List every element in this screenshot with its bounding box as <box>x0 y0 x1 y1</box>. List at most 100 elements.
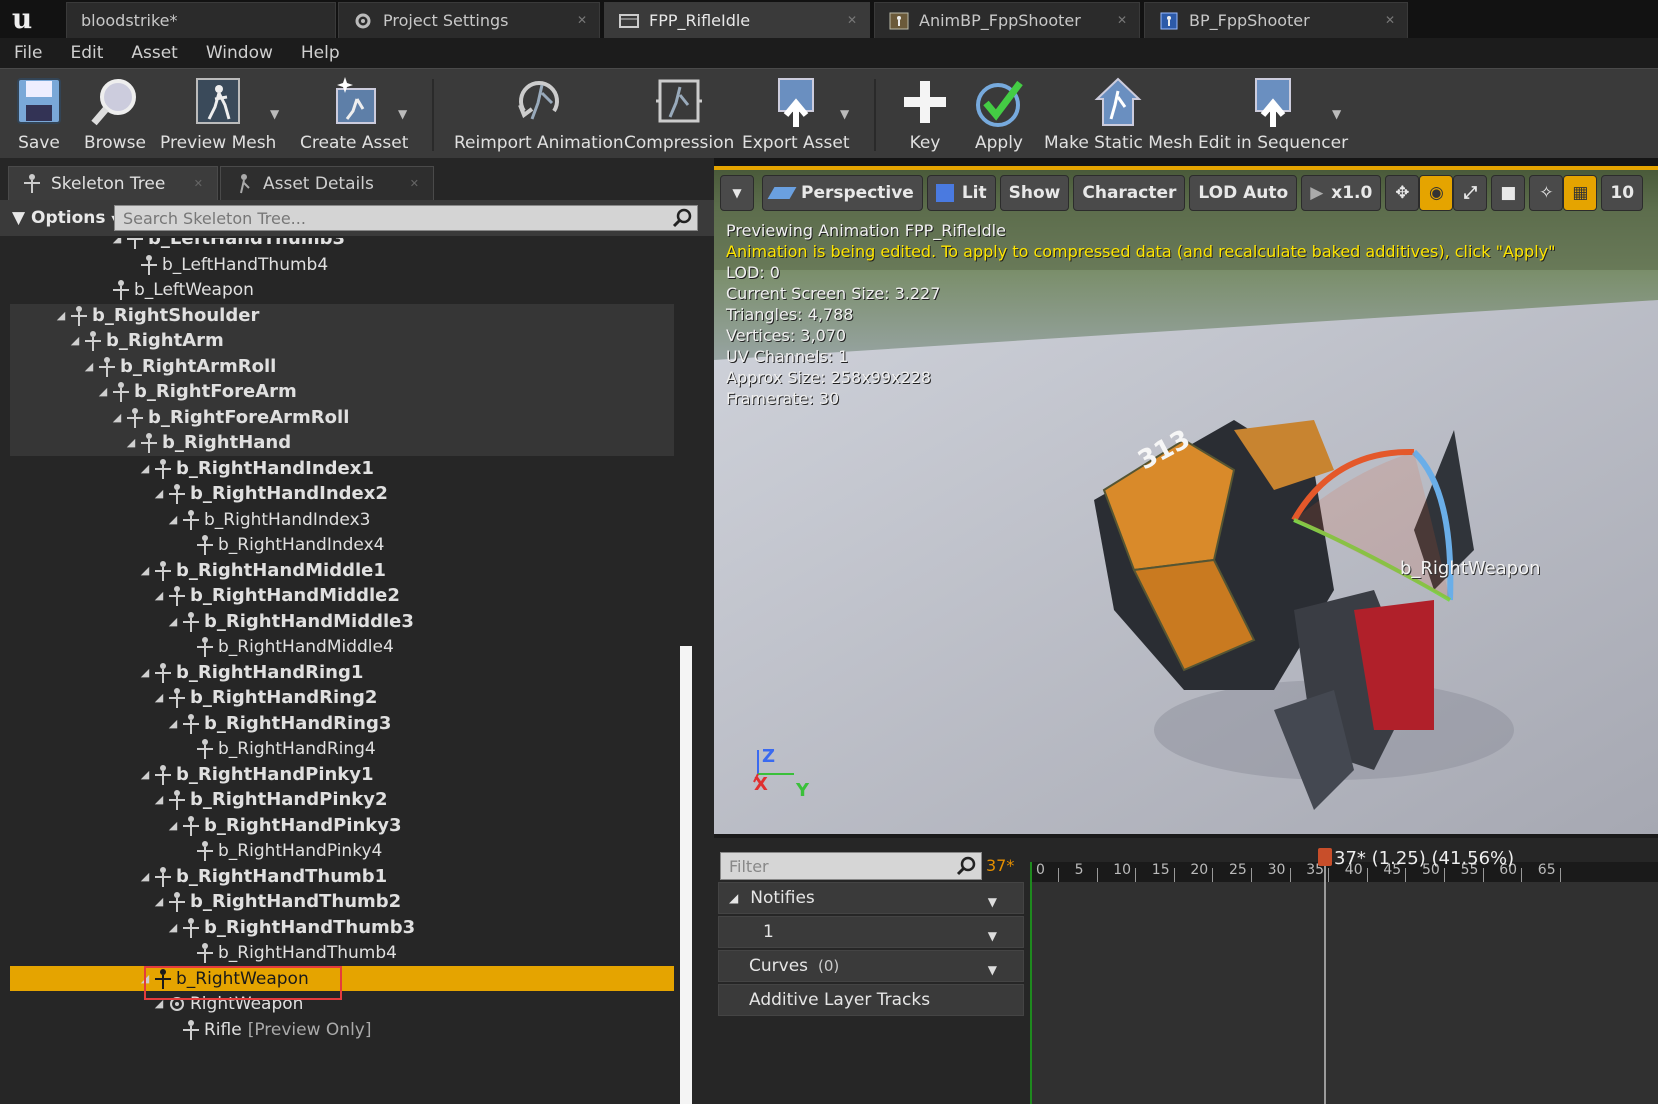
track-additive-layers[interactable]: Additive Layer Tracks <box>718 984 1024 1016</box>
track-notify-1[interactable]: 1 ▼ <box>718 916 1024 948</box>
tree-row[interactable]: ◢ RightWeapon <box>10 991 674 1016</box>
tree-row[interactable]: ◢ b_RightHandPinky2 <box>10 787 674 812</box>
tree-row[interactable]: Rifle [Preview Only] <box>10 1017 674 1042</box>
tree-row[interactable]: ◢ b_RightHandMiddle3 <box>10 609 674 634</box>
export-asset-button[interactable]: Export Asset <box>742 75 850 157</box>
tree-row[interactable]: ◢ b_RightHandMiddle1 <box>10 558 674 583</box>
menu-window[interactable]: Window <box>192 43 287 63</box>
tree-row[interactable]: ◢ b_RightHand <box>10 430 674 455</box>
expand-arrow-icon[interactable]: ◢ <box>138 768 152 781</box>
expand-arrow-icon[interactable]: ◢ <box>166 615 180 628</box>
menu-asset[interactable]: Asset <box>117 43 191 63</box>
doc-tab-bp-fppshooter[interactable]: BP_FppShooter ✕ <box>1144 2 1408 38</box>
expand-arrow-icon[interactable]: ◢ <box>124 436 138 449</box>
expand-arrow-icon[interactable]: ◢ <box>138 462 152 475</box>
tree-row[interactable]: ◢ b_RightShoulder <box>10 303 674 328</box>
scale-tool-button[interactable]: ⤢ <box>1453 175 1488 211</box>
tree-row[interactable]: b_LeftWeapon <box>10 277 674 302</box>
world-local-button[interactable]: ■ <box>1491 175 1526 211</box>
tree-row[interactable]: ◢ b_RightHandRing3 <box>10 711 674 736</box>
tree-row[interactable]: ◢ b_LeftHandThumb3 <box>10 238 674 251</box>
save-button[interactable]: Save <box>12 75 66 157</box>
expand-arrow-icon[interactable]: ◢ <box>138 666 152 679</box>
expand-arrow-icon[interactable]: ◢ <box>166 513 180 526</box>
tab-asset-details[interactable]: Asset Details ✕ <box>220 166 434 200</box>
rotate-tool-button[interactable]: ◉ <box>1419 175 1454 211</box>
search-skeleton-input[interactable]: Search Skeleton Tree... <box>114 205 698 231</box>
chevron-down-icon[interactable]: ▼ <box>988 929 997 943</box>
playback-speed-button[interactable]: ▶ x1.0 <box>1301 175 1382 211</box>
character-button[interactable]: Character <box>1073 175 1186 211</box>
tab-skeleton-tree[interactable]: Skeleton Tree ✕ <box>8 166 218 200</box>
key-button[interactable]: Key <box>898 75 952 157</box>
tree-row[interactable]: ◢ b_RightArm <box>10 328 674 353</box>
apply-button[interactable]: Apply <box>972 75 1026 157</box>
tree-row[interactable]: b_RightHandMiddle4 <box>10 634 674 659</box>
expand-arrow-icon[interactable]: ◢ <box>152 589 166 602</box>
lit-button[interactable]: Lit <box>926 175 996 211</box>
tree-row[interactable]: b_RightHandIndex4 <box>10 532 674 557</box>
menu-edit[interactable]: Edit <box>56 43 117 63</box>
menu-file[interactable]: File <box>0 43 56 63</box>
expand-arrow-icon[interactable]: ◢ <box>54 309 68 322</box>
lod-button[interactable]: LOD Auto <box>1189 175 1298 211</box>
expand-arrow-icon[interactable]: ◢ <box>82 360 96 373</box>
sequencer-dropdown-icon[interactable]: ▼ <box>1332 107 1341 121</box>
expand-arrow-icon[interactable]: ◢ <box>166 819 180 832</box>
tree-row[interactable]: ◢ b_RightHandPinky3 <box>10 813 674 838</box>
expand-arrow-icon[interactable]: ◢ <box>729 891 738 905</box>
create-asset-dropdown-icon[interactable]: ▼ <box>398 107 407 121</box>
close-icon[interactable]: ✕ <box>847 13 857 27</box>
doc-tab-fpp-rifleidle[interactable]: FPP_RifleIdle ✕ <box>604 2 870 38</box>
close-icon[interactable]: ✕ <box>410 177 419 190</box>
expand-arrow-icon[interactable]: ◢ <box>110 411 124 424</box>
tree-row[interactable]: ◢ b_RightHandRing1 <box>10 660 674 685</box>
tree-row[interactable]: ◢ b_RightWeapon <box>10 966 674 991</box>
show-button[interactable]: Show <box>999 175 1070 211</box>
tree-row[interactable]: ◢ b_RightHandThumb1 <box>10 864 674 889</box>
tree-row[interactable]: ◢ b_RightHandMiddle2 <box>10 583 674 608</box>
camera-speed-button[interactable]: 10 <box>1601 175 1644 211</box>
chevron-down-icon[interactable]: ▼ <box>988 963 997 977</box>
perspective-button[interactable]: Perspective <box>762 175 923 211</box>
expand-arrow-icon[interactable]: ◢ <box>138 564 152 577</box>
tree-row[interactable]: ◢ b_RightHandRing2 <box>10 685 674 710</box>
expand-arrow-icon[interactable]: ◢ <box>152 895 166 908</box>
preview-mesh-dropdown-icon[interactable]: ▼ <box>270 107 279 121</box>
close-icon[interactable]: ✕ <box>194 177 203 190</box>
chevron-down-icon[interactable]: ▼ <box>988 895 997 909</box>
tree-row[interactable]: ◢ b_RightForeArmRoll <box>10 405 674 430</box>
close-icon[interactable]: ✕ <box>1385 13 1395 27</box>
expand-arrow-icon[interactable]: ◢ <box>152 487 166 500</box>
compression-button[interactable]: Compression <box>624 75 734 157</box>
translate-tool-button[interactable]: ✥ <box>1385 175 1420 211</box>
track-area[interactable] <box>1030 882 1658 1104</box>
menu-help[interactable]: Help <box>287 43 354 63</box>
expand-arrow-icon[interactable]: ◢ <box>110 238 124 245</box>
expand-arrow-icon[interactable]: ◢ <box>152 793 166 806</box>
reimport-animation-button[interactable]: Reimport Animation <box>454 75 624 157</box>
grid-snap-button[interactable]: ▦ <box>1563 175 1598 211</box>
close-icon[interactable]: ✕ <box>577 13 587 27</box>
track-curves[interactable]: Curves (0) ▼ <box>718 950 1024 982</box>
preview-viewport[interactable]: 313 ▼ Perspective Lit Show Character LOD… <box>714 166 1658 834</box>
make-static-mesh-button[interactable]: Make Static Mesh <box>1044 75 1193 157</box>
browse-button[interactable]: Browse <box>84 75 146 157</box>
expand-arrow-icon[interactable]: ◢ <box>68 334 82 347</box>
tree-row[interactable]: ◢ b_RightHandPinky1 <box>10 762 674 787</box>
expand-arrow-icon[interactable]: ◢ <box>166 921 180 934</box>
unreal-logo-icon[interactable]: u <box>6 3 38 35</box>
preview-mesh-button[interactable]: Preview Mesh <box>160 75 276 157</box>
tree-row[interactable]: ◢ b_RightHandIndex1 <box>10 456 674 481</box>
tree-row[interactable]: b_LeftHandThumb4 <box>10 252 674 277</box>
tree-row[interactable]: ◢ b_RightArmRoll <box>10 354 674 379</box>
surface-snap-button[interactable]: ✧ <box>1529 175 1564 211</box>
export-asset-dropdown-icon[interactable]: ▼ <box>840 107 849 121</box>
doc-tab-project-settings[interactable]: Project Settings ✕ <box>338 2 600 38</box>
filter-input[interactable]: Filter <box>720 852 982 880</box>
search-icon[interactable] <box>955 855 977 877</box>
viewport-options-button[interactable]: ▼ <box>720 175 754 211</box>
expand-arrow-icon[interactable]: ◢ <box>152 691 166 704</box>
tree-row[interactable]: ◢ b_RightForeArm <box>10 379 674 404</box>
tree-row[interactable]: ◢ b_RightHandThumb3 <box>10 915 674 940</box>
